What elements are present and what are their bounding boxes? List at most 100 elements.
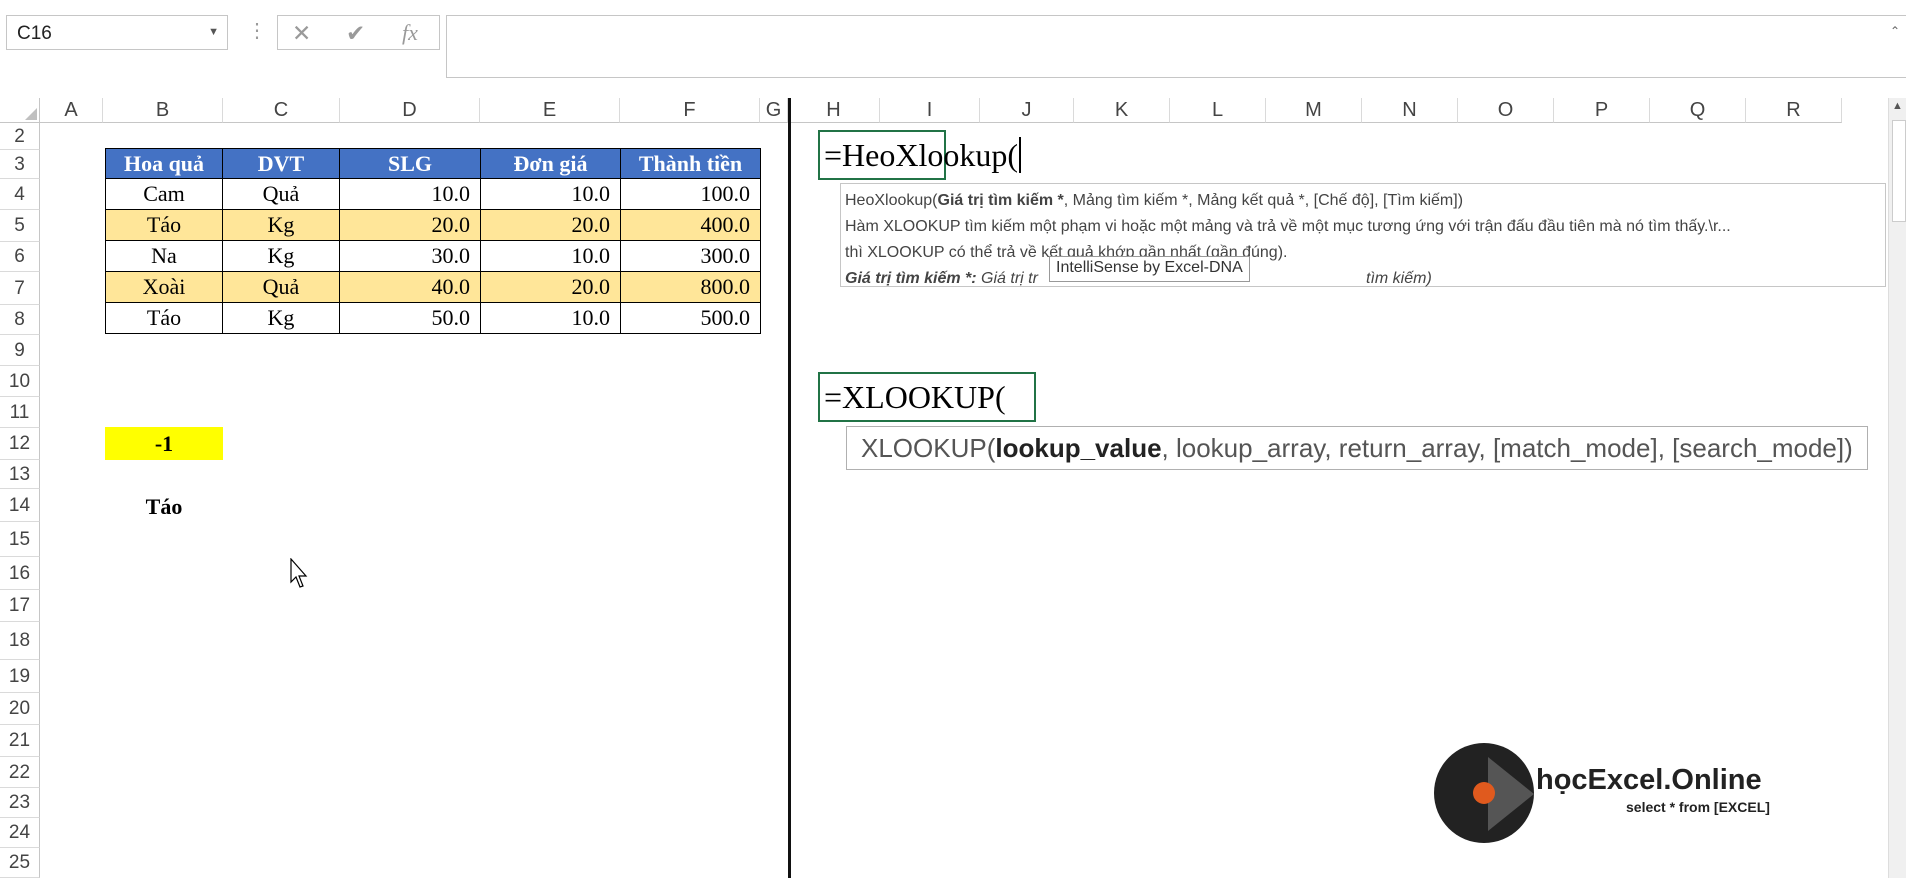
column-header-o[interactable]: O xyxy=(1458,98,1554,123)
table-cell[interactable]: Kg xyxy=(222,241,340,272)
xlookup-formula-edit-cell[interactable]: =XLOOKUP( xyxy=(818,372,1036,422)
enter-icon[interactable]: ✔ xyxy=(346,20,365,47)
intellisense-badge: IntelliSense by Excel-DNA xyxy=(1049,256,1250,282)
logo-tagline: select * from [EXCEL] xyxy=(1626,799,1770,815)
row-header-19[interactable]: 19 xyxy=(0,660,40,693)
formula-input[interactable] xyxy=(446,15,1906,78)
row-header-3[interactable]: 3 xyxy=(0,150,40,179)
column-header-p[interactable]: P xyxy=(1554,98,1650,123)
scrollbar-thumb[interactable] xyxy=(1892,120,1906,222)
logo-dot xyxy=(1473,782,1495,804)
scroll-up-icon[interactable]: ▲ xyxy=(1892,100,1903,112)
text-cursor xyxy=(1019,137,1022,173)
row-header-11[interactable]: 11 xyxy=(0,397,40,428)
table-cell[interactable]: 10.0 xyxy=(480,303,621,334)
column-header-m[interactable]: M xyxy=(1266,98,1362,123)
column-header-b[interactable]: B xyxy=(103,98,223,123)
row-header-15[interactable]: 15 xyxy=(0,522,40,557)
more-options-icon[interactable]: ⋮ xyxy=(247,18,267,43)
row-header-16[interactable]: 16 xyxy=(0,557,40,590)
cell-b12[interactable]: -1 xyxy=(105,427,223,460)
table-cell[interactable]: 20.0 xyxy=(480,210,621,241)
table-cell[interactable]: 400.0 xyxy=(620,210,761,241)
row-header-14[interactable]: 14 xyxy=(0,489,40,522)
row-header-7[interactable]: 7 xyxy=(0,272,40,305)
row-header-8[interactable]: 8 xyxy=(0,305,40,335)
table-cell[interactable]: 10.0 xyxy=(339,179,481,210)
tooltip-signature: HeoXlookup(Giá trị tìm kiếm *, Mảng tìm … xyxy=(845,188,1885,214)
column-header-e[interactable]: E xyxy=(480,98,620,123)
row-header-17[interactable]: 17 xyxy=(0,590,40,622)
row-header-21[interactable]: 21 xyxy=(0,725,40,757)
table-cell[interactable]: Kg xyxy=(222,210,340,241)
row-header-13[interactable]: 13 xyxy=(0,460,40,489)
cell-b14[interactable]: Táo xyxy=(105,492,223,523)
table-header-cell[interactable]: SLG xyxy=(339,148,481,179)
column-header-r[interactable]: R xyxy=(1746,98,1842,123)
column-header-q[interactable]: Q xyxy=(1650,98,1746,123)
row-header-18[interactable]: 18 xyxy=(0,622,40,660)
table-header-cell[interactable]: Hoa quả xyxy=(105,148,223,179)
table-cell[interactable]: Kg xyxy=(222,303,340,334)
table-cell[interactable]: 10.0 xyxy=(480,241,621,272)
xlookup-sig-name[interactable]: XLOOKUP( xyxy=(861,433,995,463)
column-header-a[interactable]: A xyxy=(40,98,103,123)
row-header-12[interactable]: 12 xyxy=(0,428,40,460)
table-header-cell[interactable]: DVT xyxy=(222,148,340,179)
table-cell[interactable]: Xoài xyxy=(105,272,223,303)
column-header-l[interactable]: L xyxy=(1170,98,1266,123)
row-header-2[interactable]: 2 xyxy=(0,123,40,150)
table-cell[interactable]: 40.0 xyxy=(339,272,481,303)
insert-function-button[interactable]: fx xyxy=(402,20,418,46)
column-header-n[interactable]: N xyxy=(1362,98,1458,123)
table-cell[interactable]: 30.0 xyxy=(339,241,481,272)
collapse-formula-bar-icon[interactable]: ⌃ xyxy=(1890,24,1900,38)
table-cell[interactable]: Quả xyxy=(222,272,340,303)
row-header-23[interactable]: 23 xyxy=(0,788,40,818)
table-cell[interactable]: 800.0 xyxy=(620,272,761,303)
table-cell[interactable]: Quả xyxy=(222,179,340,210)
column-header-j[interactable]: J xyxy=(980,98,1074,123)
table-header-cell[interactable]: Thành tiền xyxy=(620,148,761,179)
heo-formula-edit-cell[interactable]: =HeoXlookup( xyxy=(818,130,1022,180)
table-cell[interactable]: Na xyxy=(105,241,223,272)
table-cell[interactable]: Táo xyxy=(105,303,223,334)
vertical-scrollbar[interactable]: ▲ xyxy=(1888,98,1906,878)
freeze-pane-divider xyxy=(788,98,791,878)
mouse-cursor-icon xyxy=(290,558,308,588)
column-header-f[interactable]: F xyxy=(620,98,760,123)
row-header-5[interactable]: 5 xyxy=(0,210,40,242)
table-cell[interactable]: Cam xyxy=(105,179,223,210)
row-header-9[interactable]: 9 xyxy=(0,335,40,366)
table-cell[interactable]: 20.0 xyxy=(339,210,481,241)
table-cell[interactable]: 500.0 xyxy=(620,303,761,334)
table-cell[interactable]: 10.0 xyxy=(480,179,621,210)
column-header-g[interactable]: G xyxy=(760,98,788,123)
column-header-h[interactable]: H xyxy=(788,98,880,123)
table-header-cell[interactable]: Đơn giá xyxy=(480,148,621,179)
chevron-down-icon[interactable]: ▼ xyxy=(208,26,219,38)
xlookup-sig-current-param[interactable]: lookup_value xyxy=(995,433,1161,463)
sig-name: HeoXlookup( xyxy=(845,192,938,209)
table-cell[interactable]: 100.0 xyxy=(620,179,761,210)
row-header-6[interactable]: 6 xyxy=(0,242,40,272)
column-header-d[interactable]: D xyxy=(340,98,480,123)
table-cell[interactable]: Táo xyxy=(105,210,223,241)
sig-current-param: Giá trị tìm kiếm * xyxy=(937,192,1064,209)
table-cell[interactable]: 300.0 xyxy=(620,241,761,272)
column-header-c[interactable]: C xyxy=(223,98,340,123)
row-header-25[interactable]: 25 xyxy=(0,848,40,878)
cancel-icon[interactable]: ✕ xyxy=(292,20,311,47)
row-header-10[interactable]: 10 xyxy=(0,366,40,397)
column-header-i[interactable]: I xyxy=(880,98,980,123)
column-header-k[interactable]: K xyxy=(1074,98,1170,123)
name-box[interactable]: C16 ▼ xyxy=(6,15,228,50)
row-header-24[interactable]: 24 xyxy=(0,818,40,848)
table-cell[interactable]: 50.0 xyxy=(339,303,481,334)
select-all-corner[interactable] xyxy=(0,98,40,123)
table-cell[interactable]: 20.0 xyxy=(480,272,621,303)
row-header-22[interactable]: 22 xyxy=(0,757,40,788)
row-header-4[interactable]: 4 xyxy=(0,179,40,210)
row-header-20[interactable]: 20 xyxy=(0,693,40,725)
param-desc-tail: tìm kiếm) xyxy=(1366,270,1432,287)
